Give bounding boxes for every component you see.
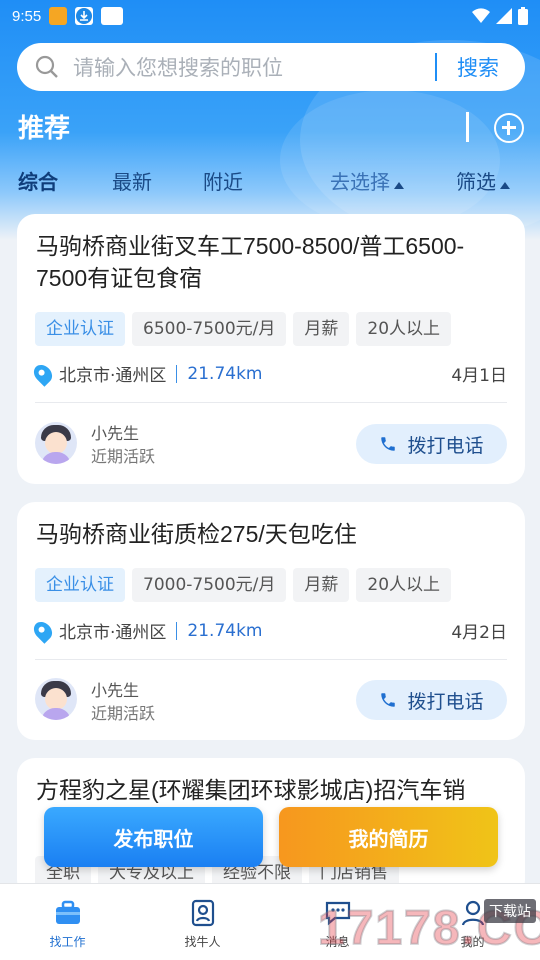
phone-icon [381, 693, 396, 707]
app-notification-icon [101, 7, 124, 25]
tag-salary: 7000-7500元/月 [132, 568, 287, 602]
call-button[interactable]: 拨打电话 [356, 424, 507, 464]
search-button[interactable]: 搜索 [457, 52, 499, 82]
tag-pay-type: 月薪 [293, 312, 350, 346]
tag-certified: 企业认证 [35, 568, 125, 602]
status-bar: 9:55 [0, 0, 540, 32]
wifi-icon [472, 8, 490, 23]
location-divider [176, 621, 178, 640]
nav-find-talent[interactable]: 找牛人 [135, 884, 270, 960]
tab-filter[interactable]: 筛选 [456, 166, 510, 195]
publish-job-button[interactable]: 发布职位 [44, 807, 263, 867]
avatar [35, 678, 77, 720]
tab-choose-label: 去选择 [330, 170, 390, 194]
my-resume-button[interactable]: 我的简历 [279, 807, 498, 867]
post-date: 4月2日 [451, 623, 507, 643]
nav-label: 找工作 [49, 935, 86, 949]
job-card[interactable]: 马驹桥商业街质检275/天包吃住 企业认证 7000-7500元/月 月薪 20… [17, 502, 525, 740]
distance-text: 21.74km [187, 363, 263, 384]
id-card-icon [191, 899, 214, 927]
watermark-tag: 下载站 [484, 899, 536, 923]
job-card[interactable]: 马驹桥商业街叉车工7500-8500/普工6500-7500有证包食宿 企业认证… [17, 214, 525, 484]
post-date: 4月1日 [451, 366, 507, 386]
job-title: 马驹桥商业街叉车工7500-8500/普工6500-7500有证包食宿 [36, 233, 465, 291]
call-button-label: 拨打电话 [407, 690, 484, 713]
status-icons [472, 7, 528, 25]
search-bar[interactable]: 请输入您想搜索的职位 搜索 [17, 43, 525, 91]
job-title: 方程豹之星(环耀集团环球影城店)招汽车销 [36, 777, 466, 803]
tag-headcount: 20人以上 [356, 568, 452, 602]
header-background [0, 0, 540, 240]
section-title: 推荐 [18, 114, 71, 144]
phone-icon [381, 437, 396, 451]
watermark: 17178.COM 下载站 [317, 895, 540, 960]
nav-label: 找牛人 [184, 935, 221, 949]
search-input[interactable]: 请输入您想搜索的职位 [73, 52, 435, 82]
location-pin-icon [30, 617, 56, 644]
briefcase-icon [55, 900, 80, 924]
recruiter-name: 小先生 [91, 424, 140, 443]
download-notification-icon [75, 7, 94, 25]
distance-text: 21.74km [187, 620, 263, 641]
recruiter-name: 小先生 [91, 681, 140, 700]
tab-nearby[interactable]: 附近 [203, 166, 243, 195]
avatar [35, 422, 77, 464]
location-divider [176, 364, 178, 383]
tab-comprehensive[interactable]: 综合 [18, 166, 58, 195]
call-button-label: 拨打电话 [407, 434, 484, 457]
call-button[interactable]: 拨打电话 [356, 680, 507, 720]
filter-tabs: 综合 最新 附近 去选择 筛选 [0, 160, 540, 200]
location-pin-icon [30, 360, 56, 387]
tab-latest[interactable]: 最新 [112, 166, 152, 195]
search-icon [35, 55, 58, 78]
card-divider [35, 402, 507, 403]
recruiter-status: 近期活跃 [91, 704, 156, 723]
triangle-icon [394, 182, 404, 189]
recruiter-status: 近期活跃 [91, 447, 156, 466]
location-text: 北京市·通州区 [59, 623, 167, 643]
tag-certified: 企业认证 [35, 312, 125, 346]
search-divider [435, 53, 437, 81]
add-icon[interactable] [494, 113, 524, 143]
location-text: 北京市·通州区 [59, 366, 167, 386]
card-divider [35, 659, 507, 660]
header-divider [466, 112, 469, 142]
triangle-icon [500, 182, 510, 189]
job-location: 北京市·通州区 21.74km [30, 617, 263, 644]
job-tags: 企业认证 7000-7500元/月 月薪 20人以上 [35, 568, 452, 602]
job-tags: 企业认证 6500-7500元/月 月薪 20人以上 [35, 312, 452, 346]
tag-pay-type: 月薪 [293, 568, 350, 602]
tag-salary: 6500-7500元/月 [132, 312, 287, 346]
nav-find-job[interactable]: 找工作 [0, 884, 135, 960]
tag-headcount: 20人以上 [356, 312, 452, 346]
status-time: 9:55 [12, 7, 42, 25]
job-title: 马驹桥商业街质检275/天包吃住 [36, 521, 357, 547]
app-notification-icon [49, 7, 68, 25]
signal-icon [496, 8, 512, 24]
battery-icon [518, 7, 528, 25]
job-location: 北京市·通州区 21.74km [30, 360, 263, 387]
tab-choose[interactable]: 去选择 [330, 166, 404, 195]
tab-filter-label: 筛选 [456, 170, 496, 194]
